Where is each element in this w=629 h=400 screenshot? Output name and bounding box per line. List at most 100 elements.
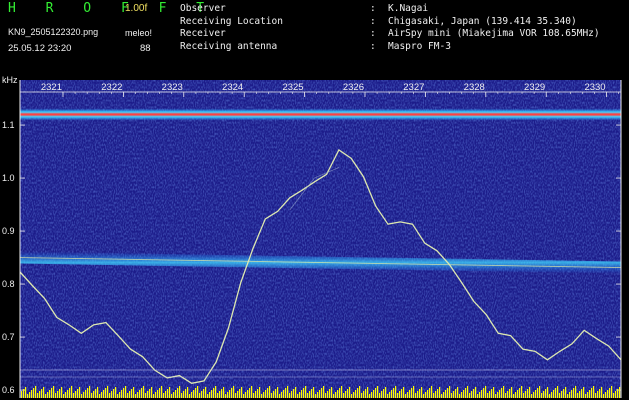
strip-bar bbox=[399, 391, 401, 398]
strip-bar bbox=[195, 388, 197, 398]
strip-bar bbox=[451, 393, 453, 398]
strip-bar bbox=[317, 392, 319, 398]
strip-bar bbox=[583, 387, 585, 398]
strip-bar bbox=[267, 388, 269, 398]
strip-bar bbox=[587, 392, 589, 398]
strip-bar bbox=[575, 386, 577, 398]
strip-bar bbox=[203, 389, 205, 398]
strip-bar bbox=[139, 390, 141, 398]
strip-bar bbox=[531, 394, 533, 398]
strip-bar bbox=[425, 392, 427, 398]
spectrogram-chart: 2321 2322 2323 2324 2325 2326 2327 2328 2329 2330… bbox=[2, 75, 622, 398]
strip-bar bbox=[167, 389, 169, 398]
strip-bar bbox=[221, 389, 223, 398]
strip-bar bbox=[313, 387, 315, 398]
strip-bar bbox=[25, 387, 27, 398]
strip-bar bbox=[101, 392, 103, 398]
strip-bar bbox=[285, 388, 287, 398]
strip-bar bbox=[281, 392, 283, 398]
strip-bar bbox=[177, 388, 179, 398]
strip-bar bbox=[435, 391, 437, 398]
strip-bar bbox=[81, 394, 83, 398]
strip-bar bbox=[391, 390, 393, 398]
strip-bar bbox=[523, 393, 525, 398]
strip-bar bbox=[387, 394, 389, 398]
strip-bar bbox=[239, 389, 241, 398]
strip-bar bbox=[571, 390, 573, 398]
strip-bar bbox=[389, 392, 391, 398]
strip-bar bbox=[257, 389, 259, 398]
x-tick-label: 2325 bbox=[282, 82, 303, 93]
strip-bar bbox=[91, 393, 93, 398]
strip-bar bbox=[23, 389, 25, 398]
strip-bar bbox=[303, 388, 305, 398]
strip-bar bbox=[463, 390, 465, 398]
strip-bar bbox=[143, 386, 145, 398]
strip-bar bbox=[511, 387, 513, 398]
strip-bar bbox=[145, 393, 147, 398]
strip-bar bbox=[237, 391, 239, 398]
strip-bar bbox=[395, 386, 397, 398]
x-tick-label: 2327 bbox=[403, 82, 424, 93]
strip-bar bbox=[173, 392, 175, 398]
strip-bar bbox=[111, 391, 113, 398]
strip-bar bbox=[243, 394, 245, 398]
strip-bar bbox=[325, 393, 327, 398]
strip-bar bbox=[261, 394, 263, 398]
strip-bar bbox=[445, 390, 447, 398]
strip-bar bbox=[513, 394, 515, 398]
strip-bar bbox=[449, 386, 451, 398]
strip-bar bbox=[117, 394, 119, 398]
x-tick-label: 2324 bbox=[222, 82, 243, 93]
strip-bar bbox=[529, 387, 531, 398]
strip-bar bbox=[339, 388, 341, 398]
strip-bar bbox=[549, 394, 551, 398]
strip-bar bbox=[193, 390, 195, 398]
strip-bar bbox=[413, 386, 415, 398]
strip-bar bbox=[419, 389, 421, 398]
strip-bar bbox=[329, 389, 331, 398]
strip-bar bbox=[213, 388, 215, 398]
strip-bar bbox=[561, 391, 563, 398]
y-axis-label: kHz bbox=[2, 75, 18, 85]
strip-bar bbox=[47, 392, 49, 398]
strip-bar bbox=[133, 387, 135, 398]
strip-bar bbox=[103, 390, 105, 398]
x-tick-label: 2330 bbox=[584, 82, 605, 93]
strip-bar bbox=[411, 388, 413, 398]
y-tick-label: 1.0 bbox=[2, 173, 15, 183]
strip-bar bbox=[299, 392, 301, 398]
strip-bar bbox=[483, 388, 485, 398]
strip-bar bbox=[73, 393, 75, 398]
strip-bar bbox=[207, 394, 209, 398]
strip-bar bbox=[113, 389, 115, 398]
strip-bar bbox=[247, 390, 249, 398]
strip-bar bbox=[169, 387, 171, 398]
strip-bar bbox=[29, 392, 31, 398]
strip-bar bbox=[105, 388, 107, 398]
x-tick-label: 2328 bbox=[464, 82, 485, 93]
strip-bar bbox=[371, 392, 373, 398]
strip-bar bbox=[197, 386, 199, 398]
strip-bar bbox=[461, 392, 463, 398]
strip-bar bbox=[617, 389, 619, 398]
strip-bar bbox=[535, 390, 537, 398]
strip-bar bbox=[231, 388, 233, 398]
strip-bar bbox=[191, 392, 193, 398]
strip-bar bbox=[613, 393, 615, 398]
strip-bar bbox=[233, 386, 235, 398]
strip-bar bbox=[31, 390, 33, 398]
strip-bar bbox=[401, 389, 403, 398]
y-tick-label: 1.1 bbox=[2, 120, 15, 130]
strip-bar bbox=[289, 393, 291, 398]
strip-bar bbox=[579, 391, 581, 398]
strip-bar bbox=[179, 386, 181, 398]
strip-bar bbox=[211, 390, 213, 398]
strip-bar bbox=[377, 386, 379, 398]
strip-bar bbox=[35, 386, 37, 398]
strip-bar bbox=[433, 393, 435, 398]
strip-bar bbox=[125, 386, 127, 398]
strip-bar bbox=[505, 393, 507, 398]
strip-bar bbox=[141, 388, 143, 398]
strip-bar bbox=[235, 393, 237, 398]
